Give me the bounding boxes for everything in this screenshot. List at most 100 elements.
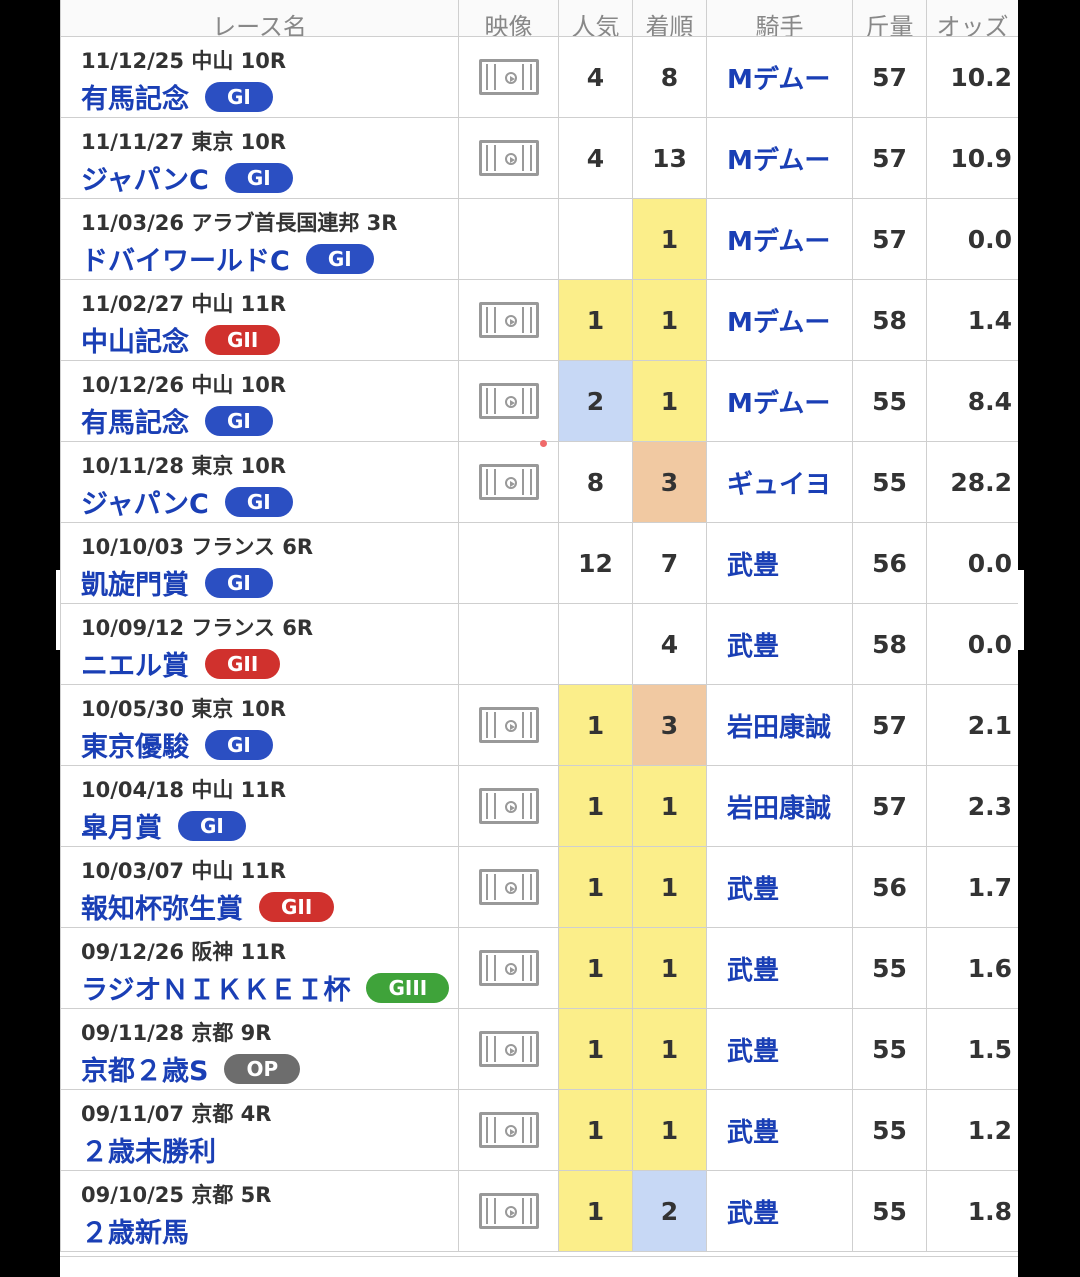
jockey-link[interactable]: Mデムー <box>706 117 853 199</box>
race-date-place: 09/11/28 京都 9R <box>81 1021 272 1045</box>
race-cell: 11/11/27 東京 10R ジャパンC GI <box>60 117 459 199</box>
race-date-place: 11/03/26 アラブ首長国連邦 3R <box>81 211 398 235</box>
video-icon[interactable] <box>478 59 539 95</box>
video-cell <box>458 1008 559 1090</box>
race-name-link[interactable]: 報知杯弥生賞 <box>81 887 243 926</box>
odds-cell: 1.2 <box>926 1089 1018 1171</box>
race-name-link[interactable]: 有馬記念 <box>81 401 189 440</box>
rank-cell: 1 <box>632 360 707 442</box>
rank-cell: 8 <box>632 36 707 118</box>
race-name-link[interactable]: ２歳未勝利 <box>81 1130 216 1169</box>
jockey-link[interactable]: ギュイヨ <box>706 441 853 523</box>
race-results-panel: レース名 映像 人気 着順 騎手 斤量 オッズ 11/12/25 中山 10R … <box>60 0 1018 1277</box>
weight-cell: 57 <box>852 36 927 118</box>
rank-cell: 1 <box>632 927 707 1009</box>
race-name-link[interactable]: ジャパンC <box>81 158 209 197</box>
race-cell: 10/05/30 東京 10R 東京優駿 GI <box>60 684 459 766</box>
video-cell <box>458 765 559 847</box>
table-row: 10/12/26 中山 10R 有馬記念 GI 2 1 Mデムー 55 8.4 <box>60 360 1018 442</box>
rank-cell: 1 <box>632 1008 707 1090</box>
race-name-link[interactable]: 皐月賞 <box>81 806 162 845</box>
table-row: 09/10/25 京都 5R ２歳新馬 1 2 武豊 55 1.8 <box>60 1170 1018 1252</box>
video-cell <box>458 927 559 1009</box>
race-name-link[interactable]: 有馬記念 <box>81 77 189 116</box>
race-name-link[interactable]: 京都２歳S <box>81 1049 208 1088</box>
jockey-link[interactable]: 武豊 <box>706 927 853 1009</box>
video-icon[interactable] <box>478 464 539 500</box>
video-cell <box>458 360 559 442</box>
race-date-place: 10/11/28 東京 10R <box>81 454 287 478</box>
race-name-link[interactable]: 凱旋門賞 <box>81 563 189 602</box>
odds-cell: 1.5 <box>926 1008 1018 1090</box>
race-name-link[interactable]: ２歳新馬 <box>81 1211 189 1250</box>
grade-badge: GI <box>224 162 293 193</box>
race-name-link[interactable]: ドバイワールドC <box>81 239 290 278</box>
video-icon[interactable] <box>478 788 539 824</box>
grade-badge: GI <box>178 810 246 841</box>
weight-cell: 58 <box>852 279 927 361</box>
odds-cell: 0.0 <box>926 198 1018 280</box>
table-row: 10/10/03 フランス 6R 凱旋門賞 GI 12 7 武豊 56 0.0 <box>60 522 1018 604</box>
race-date-place: 09/11/07 京都 4R <box>81 1102 272 1126</box>
race-results-table: レース名 映像 人気 着順 騎手 斤量 オッズ 11/12/25 中山 10R … <box>60 0 1018 1252</box>
race-cell: 10/03/07 中山 11R 報知杯弥生賞 GII <box>60 846 459 928</box>
race-date-place: 11/11/27 東京 10R <box>81 130 287 154</box>
header-jockey: 騎手 <box>706 0 853 37</box>
video-icon[interactable] <box>478 707 539 743</box>
race-date-place: 10/10/03 フランス 6R <box>81 535 313 559</box>
video-icon[interactable] <box>478 1193 539 1229</box>
jockey-link[interactable]: Mデムー <box>706 360 853 442</box>
race-cell: 09/10/25 京都 5R ２歳新馬 <box>60 1170 459 1252</box>
jockey-link[interactable]: 武豊 <box>706 1008 853 1090</box>
race-cell: 10/09/12 フランス 6R ニエル賞 GII <box>60 603 459 685</box>
jockey-link[interactable]: 武豊 <box>706 522 853 604</box>
weight-cell: 55 <box>852 441 927 523</box>
popularity-cell: 1 <box>558 1008 633 1090</box>
popularity-cell: 1 <box>558 1089 633 1171</box>
jockey-link[interactable]: 武豊 <box>706 1170 853 1252</box>
race-name-link[interactable]: ニエル賞 <box>81 644 189 683</box>
race-date-place: 10/04/18 中山 11R <box>81 778 287 802</box>
table-row: 09/12/26 阪神 11R ラジオＮＩＫＫＥＩ杯 GIII 1 1 武豊 5… <box>60 927 1018 1009</box>
race-name-link[interactable]: 東京優駿 <box>81 725 189 764</box>
video-icon[interactable] <box>478 869 539 905</box>
odds-cell: 1.6 <box>926 927 1018 1009</box>
race-date-place: 11/02/27 中山 11R <box>81 292 287 316</box>
jockey-link[interactable]: 武豊 <box>706 846 853 928</box>
rank-cell: 3 <box>632 684 707 766</box>
video-icon[interactable] <box>478 1112 539 1148</box>
popularity-cell <box>558 198 633 280</box>
jockey-link[interactable]: Mデムー <box>706 36 853 118</box>
grade-badge: OP <box>224 1053 301 1084</box>
table-bottom-rule <box>60 1256 1018 1257</box>
odds-cell: 0.0 <box>926 603 1018 685</box>
race-name-link[interactable]: ラジオＮＩＫＫＥＩ杯 <box>81 968 350 1007</box>
jockey-link[interactable]: Mデムー <box>706 198 853 280</box>
video-cell <box>458 117 559 199</box>
race-name-link[interactable]: 中山記念 <box>81 320 189 359</box>
video-icon[interactable] <box>478 383 539 419</box>
header-popularity: 人気 <box>558 0 633 37</box>
rank-cell: 4 <box>632 603 707 685</box>
race-cell: 10/12/26 中山 10R 有馬記念 GI <box>60 360 459 442</box>
jockey-link[interactable]: 武豊 <box>706 1089 853 1171</box>
jockey-link[interactable]: 武豊 <box>706 603 853 685</box>
video-icon[interactable] <box>478 1031 539 1067</box>
video-icon[interactable] <box>478 302 539 338</box>
video-icon[interactable] <box>478 140 539 176</box>
weight-cell: 57 <box>852 117 927 199</box>
jockey-link[interactable]: 岩田康誠 <box>706 765 853 847</box>
odds-cell: 1.4 <box>926 279 1018 361</box>
grade-badge: GI <box>224 486 293 517</box>
odds-cell: 1.8 <box>926 1170 1018 1252</box>
jockey-link[interactable]: 岩田康誠 <box>706 684 853 766</box>
table-row: 11/12/25 中山 10R 有馬記念 GI 4 8 Mデムー 57 10.2 <box>60 36 1018 118</box>
jockey-link[interactable]: Mデムー <box>706 279 853 361</box>
odds-cell: 1.7 <box>926 846 1018 928</box>
video-icon[interactable] <box>478 950 539 986</box>
weight-cell: 57 <box>852 684 927 766</box>
table-row: 10/03/07 中山 11R 報知杯弥生賞 GII 1 1 武豊 56 1.7 <box>60 846 1018 928</box>
header-odds: オッズ <box>926 0 1018 37</box>
race-name-link[interactable]: ジャパンC <box>81 482 209 521</box>
race-date-place: 11/12/25 中山 10R <box>81 49 287 73</box>
